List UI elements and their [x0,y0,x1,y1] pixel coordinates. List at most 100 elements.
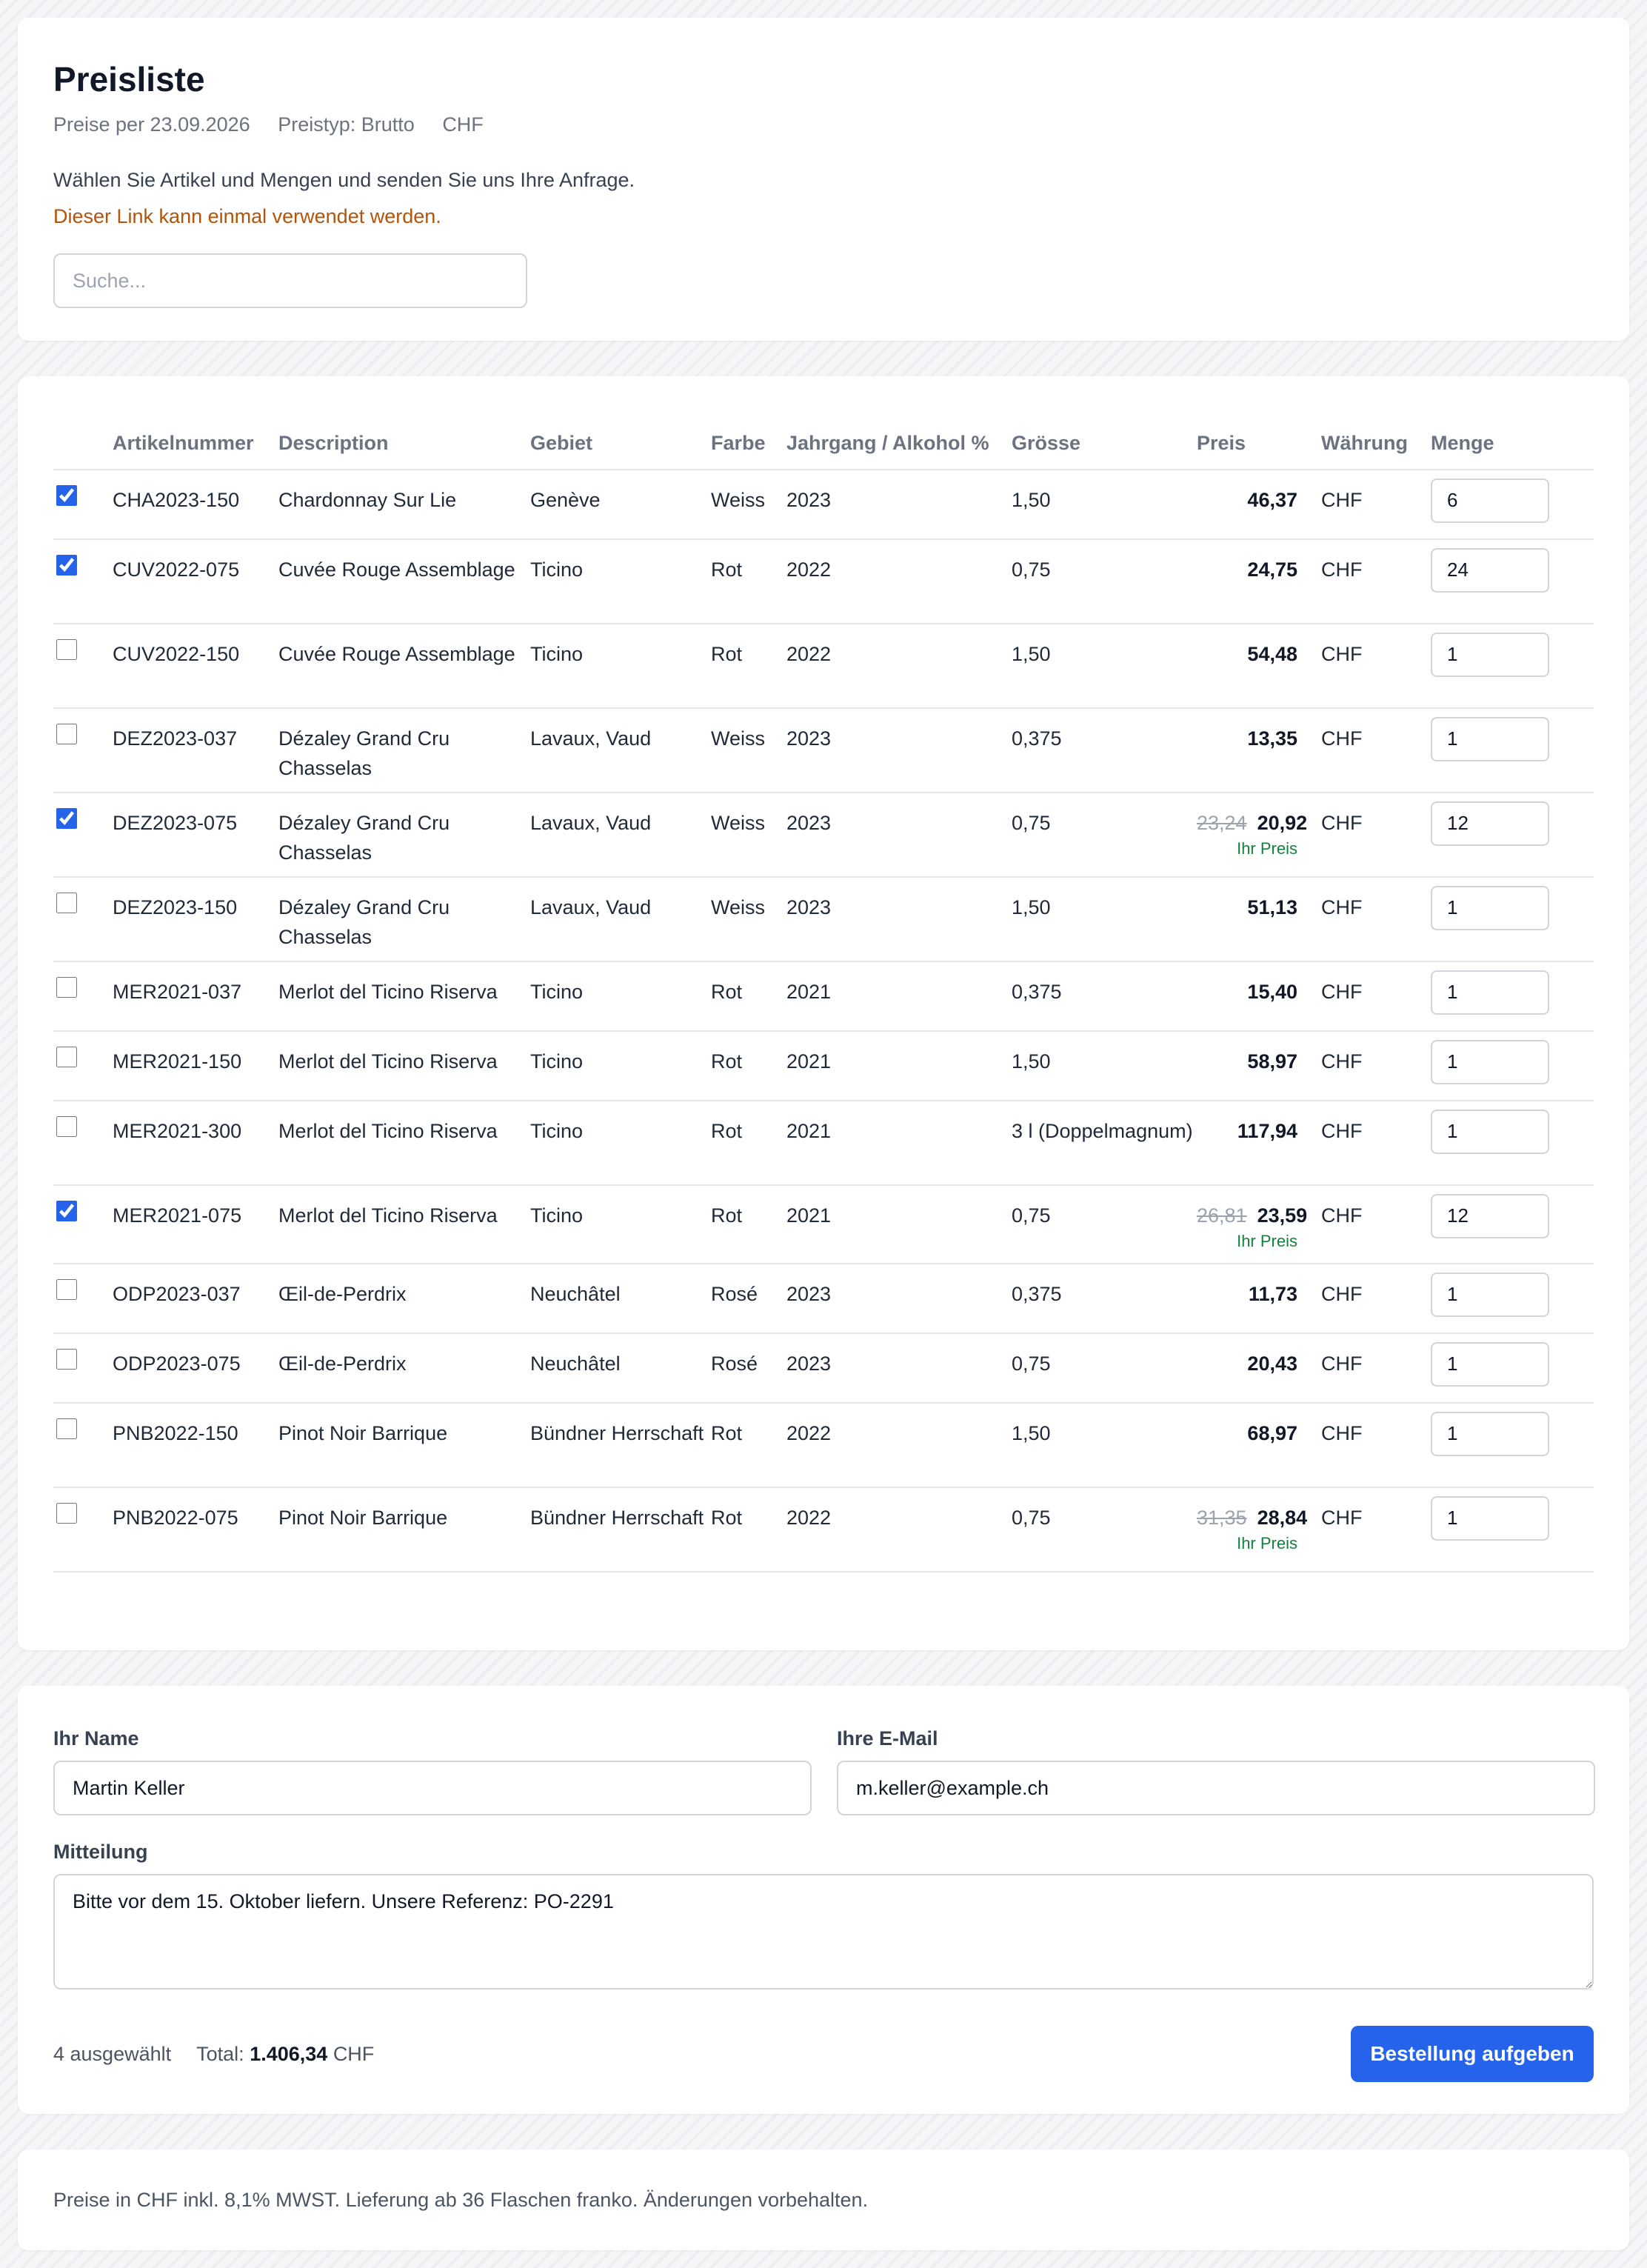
quantity-cell [1431,1333,1594,1404]
name-field[interactable] [53,1761,812,1815]
bottle-size: 0,375 [1012,1264,1197,1334]
quantity-input[interactable] [1431,1039,1549,1084]
price: 15,40 [1247,981,1297,1003]
quantity-input[interactable] [1431,547,1549,593]
region: Ticino [530,539,711,624]
description: Œil-de-Perdrix [278,1333,530,1404]
quantity-input[interactable] [1431,1193,1549,1238]
name-label: Ihr Name [53,1727,139,1750]
quantity-input[interactable] [1431,1495,1549,1541]
quantity-cell [1431,470,1594,540]
price-cell: 46,37 [1197,470,1321,540]
submit-order-button[interactable]: Bestellung aufgeben [1351,2026,1594,2082]
quantity-input[interactable] [1431,632,1549,677]
row-select-checkbox[interactable] [56,639,77,660]
row-select-checkbox[interactable] [56,1116,77,1137]
price-currency: CHF [442,113,484,136]
quantity-input[interactable] [1431,716,1549,761]
quantity-input[interactable] [1431,1341,1549,1387]
description: Œil-de-Perdrix [278,1264,530,1334]
row-select-checkbox[interactable] [56,555,77,576]
total-currency: CHF [333,2042,375,2065]
quantity-cell [1431,1487,1594,1572]
price-cell: 13,35 [1197,708,1321,793]
table-row: MER2021-075 Merlot del Ticino Riserva Tici… [53,1185,1594,1264]
description: Cuvée Rouge Assemblage [278,624,530,709]
price: 13,35 [1247,727,1297,750]
vintage: 2022 [786,624,1012,709]
price-cell: 58,97 [1197,1031,1321,1101]
price-cell: 11,73 [1197,1264,1321,1334]
message-textarea[interactable]: Bitte vor dem 15. Oktober liefern. Unser… [53,1874,1594,1989]
currency: CHF [1321,1031,1431,1101]
select-cell [53,1031,113,1101]
region: Lavaux, Vaud [530,708,711,793]
quantity-cell [1431,793,1594,878]
search-input[interactable] [53,253,527,309]
vintage: 2023 [786,1333,1012,1404]
currency: CHF [1321,708,1431,793]
row-select-checkbox[interactable] [56,893,77,913]
bottle-size: 1,50 [1012,1031,1197,1101]
quantity-input[interactable] [1431,885,1549,930]
description: Dézaley Grand Cru Chasselas [278,793,530,878]
select-cell [53,1101,113,1186]
row-select-checkbox[interactable] [56,1418,77,1439]
color: Weiss [711,470,786,540]
row-select-checkbox[interactable] [56,485,77,506]
article-number: MER2021-300 [113,1101,278,1186]
quantity-input[interactable] [1431,970,1549,1015]
bottle-size: 1,50 [1012,1403,1197,1488]
column-header-region: Gebiet [530,418,711,470]
quantity-input[interactable] [1431,1272,1549,1317]
color: Rosé [711,1333,786,1404]
vintage: 2022 [786,1403,1012,1488]
currency: CHF [1321,1185,1431,1264]
color: Rot [711,1487,786,1572]
color: Rot [711,961,786,1032]
order-form-card: Ihr Name Ihre E-Mail Mitteilung Bitte vo… [18,1686,1629,2114]
price-table: Artikelnummer Description Gebiet Farbe J… [53,418,1594,1572]
color: Weiss [711,793,786,878]
quantity-input[interactable] [1431,1109,1549,1154]
currency: CHF [1321,624,1431,709]
row-select-checkbox[interactable] [56,977,77,998]
select-cell [53,1185,113,1264]
bottle-size: 1,50 [1012,470,1197,540]
price-cell: 15,40 [1197,961,1321,1032]
quantity-cell [1431,877,1594,962]
vintage: 2023 [786,470,1012,540]
price-table-card: Artikelnummer Description Gebiet Farbe J… [18,376,1629,1650]
region: Ticino [530,961,711,1032]
region: Neuchâtel [530,1264,711,1334]
row-select-checkbox[interactable] [56,1201,77,1221]
table-row: ODP2023-037 Œil-de-Perdrix Neuchâtel Rosé 20… [53,1264,1594,1334]
row-select-checkbox[interactable] [56,724,77,744]
quantity-input[interactable] [1431,1411,1549,1456]
region: Lavaux, Vaud [530,793,711,878]
vintage: 2023 [786,793,1012,878]
description: Cuvée Rouge Assemblage [278,539,530,624]
email-label: Ihre E-Mail [837,1727,938,1750]
row-select-checkbox[interactable] [56,1349,77,1370]
color: Rot [711,539,786,624]
table-row: CHA2023-150 Chardonnay Sur Lie Genève Weiss… [53,470,1594,540]
vintage: 2023 [786,708,1012,793]
row-select-checkbox[interactable] [56,1047,77,1067]
quantity-input[interactable] [1431,478,1549,523]
quantity-input[interactable] [1431,801,1549,846]
row-select-checkbox[interactable] [56,1279,77,1300]
column-header-color: Farbe [711,418,786,470]
message-label: Mitteilung [53,1841,148,1863]
description: Merlot del Ticino Riserva [278,1101,530,1186]
row-select-checkbox[interactable] [56,1503,77,1524]
vintage: 2021 [786,1185,1012,1264]
row-select-checkbox[interactable] [56,808,77,829]
price-cell: 31,35 28,84 Ihr Preis [1197,1487,1321,1572]
article-number: ODP2023-037 [113,1264,278,1334]
select-cell [53,961,113,1032]
email-field[interactable] [837,1761,1595,1815]
price: 51,13 [1247,896,1297,918]
article-number: CUV2022-150 [113,624,278,709]
select-cell [53,877,113,962]
